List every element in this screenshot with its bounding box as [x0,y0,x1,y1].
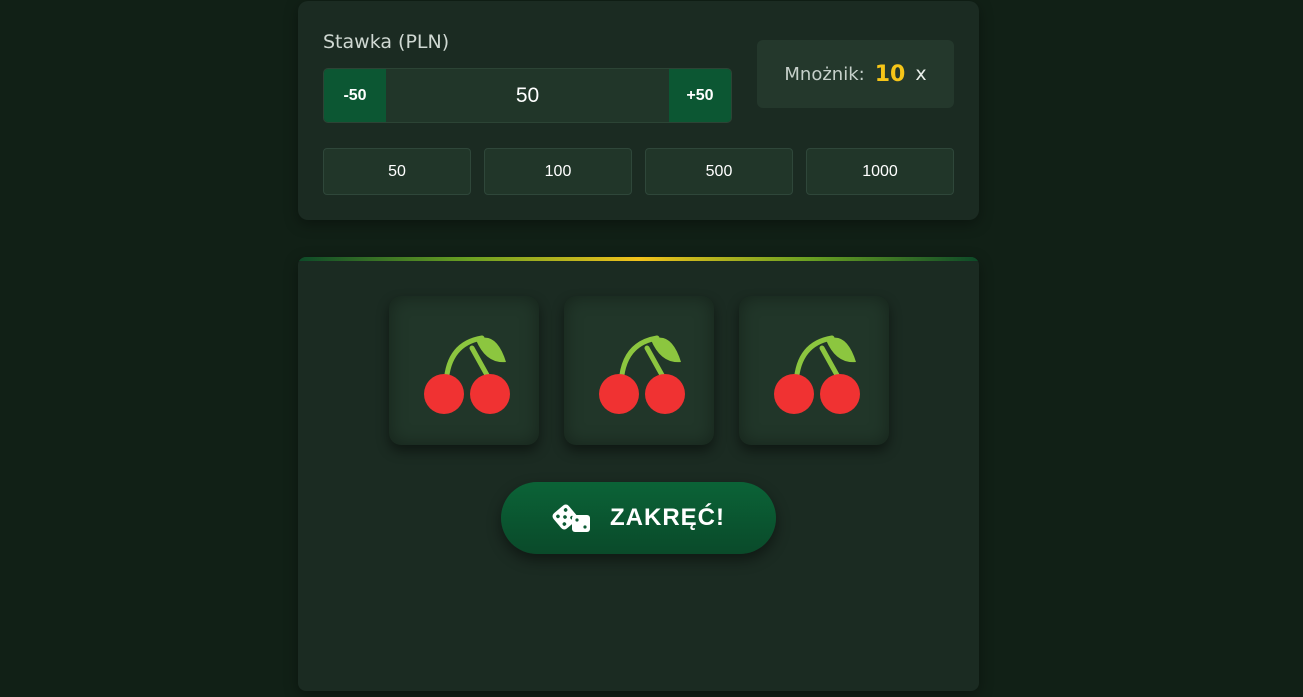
reel [739,296,889,445]
decrease-bet-button[interactable]: -50 [324,69,386,122]
spin-button-label: ZAKRĘĆ! [610,504,725,531]
cherry-icon [774,335,860,414]
reel [389,296,539,445]
reel [564,296,714,445]
bet-label: Stawka (PLN) [323,31,450,53]
quick-bet-button[interactable]: 50 [323,148,471,195]
multiplier-suffix: x [915,63,927,85]
multiplier-label: Mnożnik: [784,63,865,85]
quick-bet-button[interactable]: 100 [484,148,632,195]
spin-button[interactable]: ZAKRĘĆ! [501,482,776,554]
accent-bar [298,257,979,261]
multiplier-display: Mnożnik: 10 x [757,40,954,108]
slot-machine-panel: ZAKRĘĆ! [298,257,979,691]
increase-bet-button[interactable]: +50 [669,69,731,122]
quick-bet-row: 50 100 500 1000 [323,148,954,195]
bet-amount-input[interactable]: 50 [386,69,669,122]
bet-panel: Stawka (PLN) -50 50 +50 Mnożnik: 10 x 50… [298,1,979,220]
quick-bet-button[interactable]: 1000 [806,148,954,195]
bet-stepper: -50 50 +50 [323,68,732,123]
multiplier-value: 10 [874,61,906,87]
cherry-icon [599,335,685,414]
dice-icon [552,504,590,532]
quick-bet-button[interactable]: 500 [645,148,793,195]
cherry-icon [424,335,510,414]
